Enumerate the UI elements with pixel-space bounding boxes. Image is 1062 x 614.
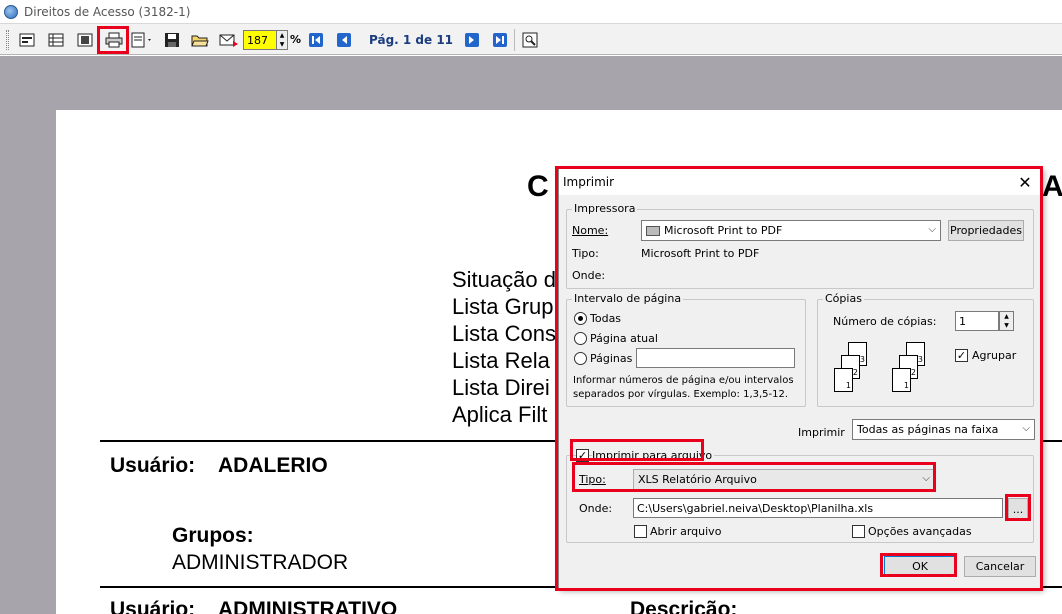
file-path-value: C:\Users\gabriel.neiva\Desktop\Planilha.… xyxy=(637,501,874,515)
file-where-label: Onde: xyxy=(579,502,613,515)
ok-button[interactable]: OK xyxy=(884,556,956,577)
printer-type-value: Microsoft Print to PDF xyxy=(641,247,760,260)
description-label: Descrição: xyxy=(630,598,738,614)
app-globe-icon xyxy=(4,4,18,19)
print-range-value: Todas as páginas na faixa xyxy=(857,423,999,436)
advanced-options-checkbox[interactable] xyxy=(852,525,865,538)
window-title: Direitos de Acesso (3182-1) xyxy=(24,4,191,19)
user-name: ADMINISTRATIVO xyxy=(218,598,398,614)
view-icon[interactable] xyxy=(17,30,37,50)
filter-line: Lista Grup xyxy=(452,294,554,319)
grid-icon[interactable] xyxy=(46,30,66,50)
range-pages-input[interactable] xyxy=(636,348,795,368)
report-title-right: AC xyxy=(1042,170,1062,203)
properties-button[interactable]: Propriedades xyxy=(948,220,1024,241)
user-label: Usuário: xyxy=(110,598,196,614)
copies-stepper[interactable]: ▲ ▼ xyxy=(999,311,1014,331)
printer-select[interactable]: Microsoft Print to PDF ⌵ xyxy=(641,220,941,241)
open-file-label: Abrir arquivo xyxy=(650,525,722,538)
collate-checkbox[interactable]: ✓ xyxy=(955,349,968,362)
next-page-icon[interactable] xyxy=(462,30,482,50)
browse-button[interactable]: ... xyxy=(1008,498,1028,520)
dialog-title: Imprimir xyxy=(563,175,615,189)
groups-label: Grupos: xyxy=(172,524,254,547)
copies-value: 1 xyxy=(959,314,966,328)
printer-where-label: Onde: xyxy=(572,269,606,282)
export-icon[interactable] xyxy=(129,30,155,50)
window-titlebar: Direitos de Acesso (3182-1) xyxy=(0,0,1062,23)
open-file-checkbox[interactable] xyxy=(634,525,647,538)
file-type-label: Tipo: xyxy=(579,473,606,486)
zoom-input[interactable] xyxy=(243,30,277,50)
file-path-input[interactable]: C:\Users\gabriel.neiva\Desktop\Planilha.… xyxy=(633,498,1003,518)
last-page-icon[interactable] xyxy=(490,30,510,50)
zoom-stepper[interactable]: ▲ ▼ xyxy=(276,30,288,50)
filter-line: Lista Rela xyxy=(452,348,550,373)
group-name: ADMINISTRADOR xyxy=(172,551,349,574)
chevron-down-icon: ⌵ xyxy=(1022,423,1030,434)
user-label: Usuário: xyxy=(110,454,196,477)
mail-icon[interactable] xyxy=(219,30,239,50)
report-filter-lines: Situação d Lista Grup Lista Cons Lista R… xyxy=(452,266,556,428)
copies-down-arrow-icon[interactable]: ▼ xyxy=(1000,321,1013,330)
toolbar: ▲ ▼ % Pág. 1 de 11 xyxy=(0,23,1062,55)
printer-icon[interactable] xyxy=(104,30,124,50)
advanced-options-label: Opções avançadas xyxy=(868,525,972,538)
report-title: C xyxy=(527,170,549,203)
zoom-down-arrow-icon[interactable]: ▼ xyxy=(277,40,287,49)
chevron-down-icon: ⌵ xyxy=(928,224,936,235)
zoom-percent-label: % xyxy=(290,33,302,46)
range-hint-line: separados por vírgulas. Exemplo: 1,3,5-1… xyxy=(573,389,789,400)
file-type-value: XLS Relatório Arquivo xyxy=(638,473,757,486)
print-dialog: Imprimir ✕ Impressora Nome: Microsoft Pr… xyxy=(558,168,1042,589)
range-pages-label: Páginas xyxy=(590,352,633,365)
copies-input[interactable]: 1 xyxy=(955,311,999,331)
print-to-file-label: Imprimir para arquivo xyxy=(592,449,715,462)
range-pages-radio[interactable] xyxy=(574,352,587,365)
range-current-radio[interactable] xyxy=(574,332,587,345)
print-range-select[interactable]: Todas as páginas na faixa ⌵ xyxy=(852,419,1035,440)
print-label: Imprimir xyxy=(798,426,845,439)
printer-select-value: Microsoft Print to PDF xyxy=(664,224,783,237)
chevron-down-icon: ⌵ xyxy=(922,473,930,484)
printer-small-icon xyxy=(646,225,660,236)
search-icon[interactable] xyxy=(520,30,540,50)
range-hint-line: Informar números de página e/ou interval… xyxy=(573,375,794,386)
collate-label: Agrupar xyxy=(972,349,1017,362)
filter-line: Situação d xyxy=(452,267,556,292)
first-page-icon[interactable] xyxy=(306,30,326,50)
toolbar-grip[interactable] xyxy=(6,30,9,50)
range-all-label: Todas xyxy=(590,312,622,325)
zoom-up-arrow-icon[interactable]: ▲ xyxy=(277,31,287,40)
user-name: ADALERIO xyxy=(218,454,328,477)
range-current-label: Página atual xyxy=(590,332,658,345)
file-type-select[interactable]: XLS Relatório Arquivo ⌵ xyxy=(633,469,935,490)
dialog-titlebar: Imprimir ✕ xyxy=(559,169,1041,195)
filter-line: Aplica Filt xyxy=(452,402,548,427)
copies-up-arrow-icon[interactable]: ▲ xyxy=(1000,312,1013,321)
filter-line: Lista Cons xyxy=(452,321,556,346)
prev-page-icon[interactable] xyxy=(334,30,354,50)
filter-line: Lista Direi xyxy=(452,375,550,400)
range-all-radio[interactable] xyxy=(574,312,587,325)
printer-group-label: Impressora xyxy=(572,202,638,215)
close-icon[interactable]: ✕ xyxy=(1015,172,1035,192)
cancel-button[interactable]: Cancelar xyxy=(964,556,1036,577)
copies-count-label: Número de cópias: xyxy=(833,315,937,328)
printer-name-label: Nome: xyxy=(572,224,609,237)
copies-group-label: Cópias xyxy=(823,292,864,305)
printer-type-label: Tipo: xyxy=(572,247,599,260)
save-icon[interactable] xyxy=(162,30,182,50)
toolbar-separator xyxy=(514,29,515,51)
open-folder-icon[interactable] xyxy=(190,30,210,50)
print-to-file-checkbox[interactable]: ✓ xyxy=(576,449,589,462)
page-indicator: Pág. 1 de 11 xyxy=(369,33,454,47)
fit-icon[interactable] xyxy=(75,30,95,50)
page-range-group-label: Intervalo de página xyxy=(572,292,684,305)
